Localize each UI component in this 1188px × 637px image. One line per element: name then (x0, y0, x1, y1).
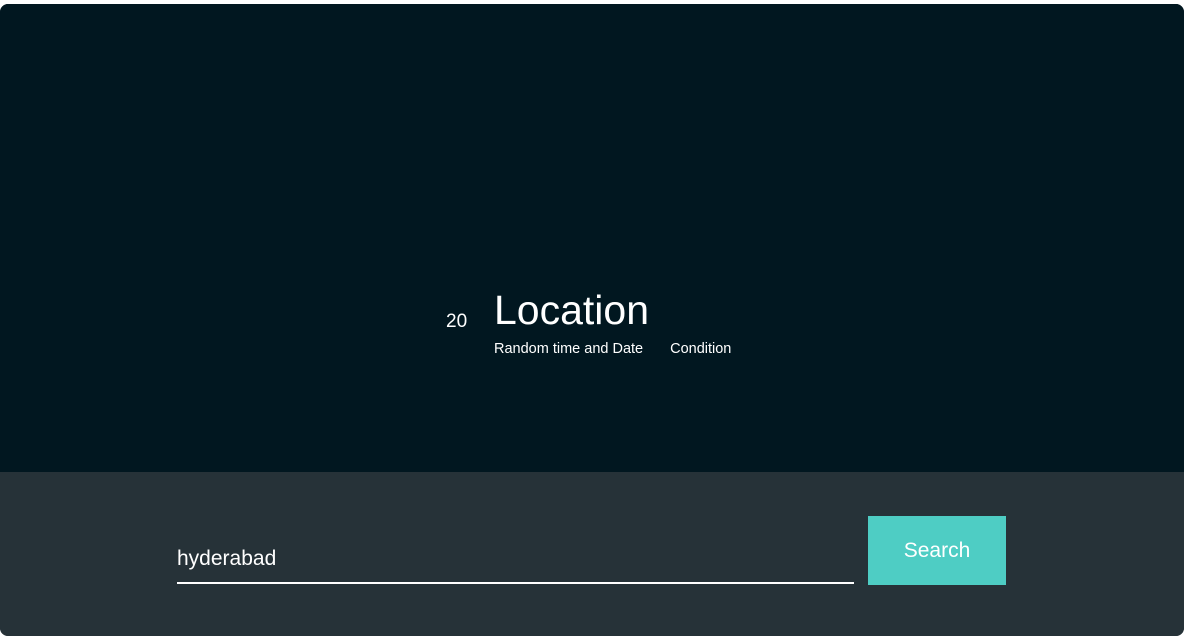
window-edge (1184, 0, 1188, 637)
city-search-input[interactable] (177, 518, 854, 584)
temperature-value: 20 (446, 311, 468, 332)
datetime-text: Random time and Date (494, 341, 644, 357)
condition-text: Condition (670, 341, 732, 357)
location-name: Location (494, 287, 650, 333)
weather-display-panel: 20 Location Random time and Date Conditi… (0, 4, 1184, 472)
weather-meta-row: Random time and Date Condition (494, 340, 731, 358)
location-info: Location Random time and Date Condition (494, 286, 731, 358)
search-button[interactable]: Search (868, 516, 1006, 585)
